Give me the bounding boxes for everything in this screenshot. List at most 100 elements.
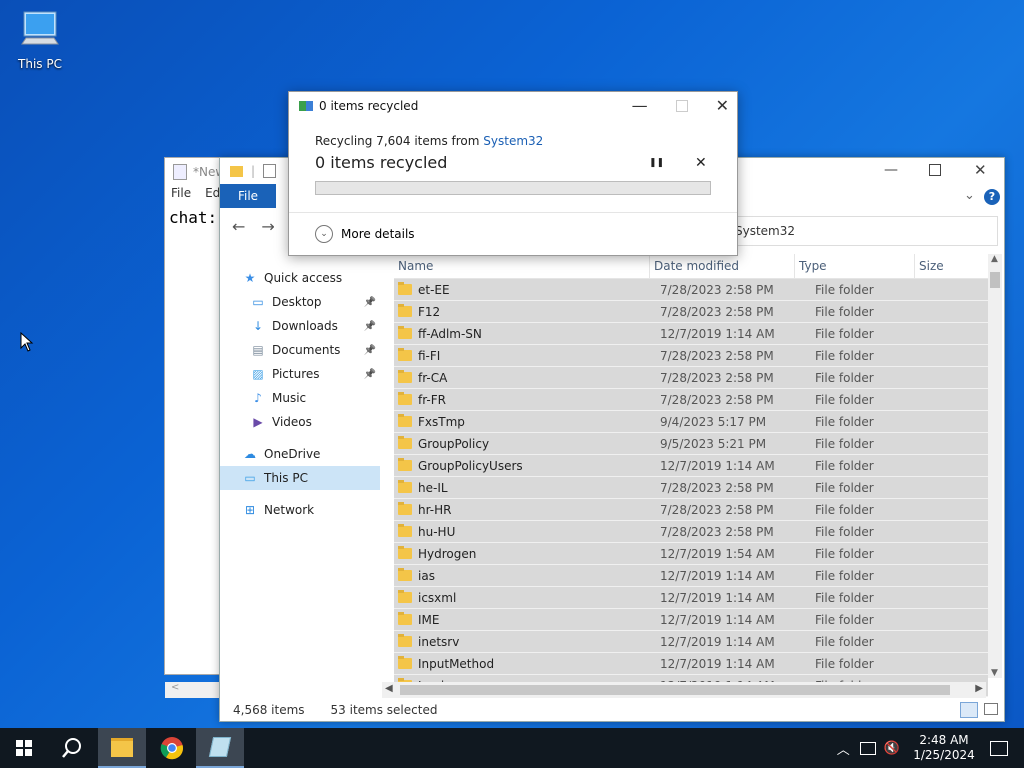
column-name[interactable]: Name <box>394 254 650 278</box>
cell-name: fr-CA <box>394 370 654 385</box>
taskbar: ︿ 🔇 2:48 AM 1/25/2024 <box>0 728 1024 768</box>
table-row[interactable]: fi-FI 7/28/2023 2:58 PM File folder <box>394 345 988 367</box>
table-row[interactable]: ff-Adlm-SN 12/7/2019 1:14 AM File folder <box>394 323 988 345</box>
clock-date: 1/25/2024 <box>913 748 975 762</box>
table-row[interactable]: icsxml 12/7/2019 1:14 AM File folder <box>394 587 988 609</box>
scroll-thumb[interactable] <box>990 272 1000 288</box>
recycle-icon <box>299 101 313 111</box>
chevron-up-icon[interactable]: ︿ <box>837 739 850 758</box>
videos-icon: ▶ <box>253 415 263 429</box>
nav-item-desktop[interactable]: ▭ Desktop 📌 <box>220 290 380 314</box>
notepad-hscroll[interactable]: < <box>165 682 225 698</box>
file-name: IME <box>418 612 440 627</box>
pictures-icon: ▨ <box>252 367 264 381</box>
status-bar: 4,568 items 53 items selected <box>220 699 1004 721</box>
table-row[interactable]: GroupPolicyUsers 12/7/2019 1:14 AM File fo… <box>394 455 988 477</box>
table-row[interactable]: GroupPolicy 9/5/2023 5:21 PM File folder <box>394 433 988 455</box>
nav-item-music[interactable]: ♪ Music <box>220 386 380 410</box>
cell-name: Hydrogen <box>394 546 654 561</box>
notepad-menu-file[interactable]: File <box>171 186 191 206</box>
desktop-icon-this-pc[interactable]: This PC <box>12 8 68 71</box>
close-icon[interactable]: ✕ <box>974 161 987 179</box>
source-link[interactable]: System32 <box>483 134 543 148</box>
file-name: he-IL <box>418 480 448 495</box>
more-details-button[interactable]: ⌄ More details <box>289 212 737 254</box>
nav-item-pictures[interactable]: ▨ Pictures 📌 <box>220 362 380 386</box>
file-name: fi-FI <box>418 348 441 363</box>
download-icon: ↓ <box>252 319 264 333</box>
recycle-headline: 0 items recycled <box>315 153 448 172</box>
table-row[interactable]: Hydrogen 12/7/2019 1:54 AM File folder <box>394 543 988 565</box>
folder-icon <box>398 348 412 361</box>
table-row[interactable]: he-IL 7/28/2023 2:58 PM File folder <box>394 477 988 499</box>
cell-date-modified: 7/28/2023 2:58 PM <box>660 480 774 495</box>
nav-item-downloads[interactable]: ↓ Downloads 📌 <box>220 314 380 338</box>
table-row[interactable]: F12 7/28/2023 2:58 PM File folder <box>394 301 988 323</box>
column-date-modified[interactable]: Date modified <box>650 254 795 278</box>
close-icon[interactable]: ✕ <box>716 96 729 115</box>
cell-type: File folder <box>815 370 874 385</box>
notification-icon[interactable] <box>990 740 1008 756</box>
recycle-progress-dialog[interactable]: 0 items recycled — ✕ Recycling 7,604 ite… <box>288 91 738 256</box>
search-button[interactable] <box>48 728 96 768</box>
cell-date-modified: 9/5/2023 5:21 PM <box>660 436 767 451</box>
clock[interactable]: 2:48 AM 1/25/2024 <box>912 733 976 763</box>
nav-item-label: Documents <box>272 343 341 357</box>
scroll-left-icon[interactable]: ◀ <box>385 683 393 694</box>
address-bar[interactable]: System32 <box>728 216 998 246</box>
pause-icon[interactable]: ❚❚ <box>649 158 664 168</box>
network-icon[interactable] <box>859 741 876 755</box>
vertical-scrollbar[interactable]: ▲ ▼ <box>988 254 1002 678</box>
scroll-up-icon[interactable]: ▲ <box>991 254 998 264</box>
table-row[interactable]: et-EE 7/28/2023 2:58 PM File folder <box>394 279 988 301</box>
start-button[interactable] <box>0 728 48 768</box>
table-row[interactable]: hu-HU 7/28/2023 2:58 PM File folder <box>394 521 988 543</box>
table-row[interactable]: IME 12/7/2019 1:14 AM File folder <box>394 609 988 631</box>
scroll-thumb[interactable] <box>400 685 950 695</box>
large-icons-view-icon[interactable] <box>984 703 998 715</box>
nav-item-onedrive[interactable]: ☁ OneDrive <box>220 442 380 466</box>
table-row[interactable]: fr-FR 7/28/2023 2:58 PM File folder <box>394 389 988 411</box>
cell-date-modified: 7/28/2023 2:58 PM <box>660 304 774 319</box>
folder-icon <box>398 612 412 625</box>
minimize-icon[interactable]: — <box>884 162 898 178</box>
cloud-icon: ☁ <box>244 447 256 461</box>
taskbar-notepad[interactable] <box>196 728 244 768</box>
table-row[interactable]: inetsrv 12/7/2019 1:14 AM File folder <box>394 631 988 653</box>
nav-item-this-pc[interactable]: ▭ This PC <box>220 466 380 490</box>
help-icon[interactable]: ? <box>984 189 1000 205</box>
volume-muted-icon[interactable]: 🔇 <box>884 741 900 756</box>
ribbon-file-tab[interactable]: File <box>220 184 276 208</box>
nav-item-documents[interactable]: ▤ Documents 📌 <box>220 338 380 362</box>
selected-count: 53 items selected <box>330 703 438 717</box>
cell-name: ias <box>394 568 654 583</box>
cancel-icon[interactable]: ✕ <box>695 155 707 171</box>
back-arrow-icon[interactable]: ← <box>232 217 245 236</box>
scroll-right-icon[interactable]: ▶ <box>975 683 983 694</box>
forward-arrow-icon[interactable]: → <box>261 217 274 236</box>
scroll-left-icon[interactable]: < <box>171 682 179 693</box>
table-row[interactable]: hr-HR 7/28/2023 2:58 PM File folder <box>394 499 988 521</box>
table-row[interactable]: fr-CA 7/28/2023 2:58 PM File folder <box>394 367 988 389</box>
properties-icon[interactable] <box>263 164 277 178</box>
chevron-down-icon[interactable]: ⌄ <box>964 188 975 203</box>
minimize-icon[interactable]: — <box>632 96 648 115</box>
file-name: FxsTmp <box>418 414 465 429</box>
taskbar-file-explorer[interactable] <box>98 728 146 768</box>
table-row[interactable]: FxsTmp 9/4/2023 5:17 PM File folder <box>394 411 988 433</box>
nav-item-quick-access[interactable]: ★ Quick access <box>220 266 380 290</box>
maximize-icon[interactable] <box>929 164 941 176</box>
column-type[interactable]: Type <box>795 254 915 278</box>
taskbar-chrome[interactable] <box>148 728 196 768</box>
file-name: Hydrogen <box>418 546 477 561</box>
details-view-icon[interactable] <box>960 702 978 718</box>
column-size[interactable]: Size <box>915 254 985 278</box>
table-row[interactable]: ias 12/7/2019 1:14 AM File folder <box>394 565 988 587</box>
horizontal-scrollbar[interactable]: ◀ ▶ <box>382 682 986 698</box>
cell-name: inetsrv <box>394 634 654 649</box>
nav-item-network[interactable]: ⊞ Network <box>220 498 380 522</box>
nav-item-videos[interactable]: ▶ Videos <box>220 410 380 434</box>
scroll-down-icon[interactable]: ▼ <box>991 668 998 678</box>
table-row[interactable]: InputMethod 12/7/2019 1:14 AM File folder <box>394 653 988 675</box>
file-name: GroupPolicyUsers <box>418 458 523 473</box>
